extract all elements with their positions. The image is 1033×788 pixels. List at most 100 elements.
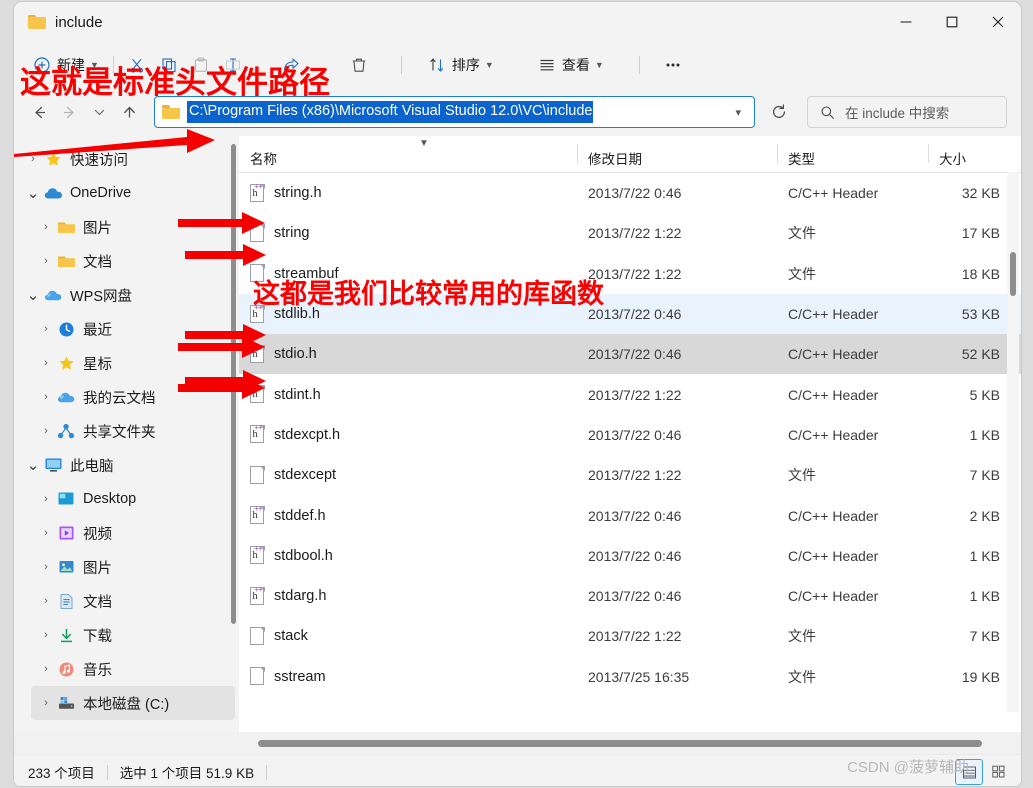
sidebar-item-10[interactable]: › Desktop — [31, 482, 235, 516]
paste-button[interactable] — [185, 49, 217, 81]
sort-button[interactable]: 排序 ▼ — [421, 49, 501, 81]
sidebar-item-12[interactable]: › 图片 — [31, 550, 235, 584]
refresh-button[interactable] — [763, 96, 795, 128]
sidebar-item-7[interactable]: › 我的云文档 — [31, 380, 235, 414]
sidebar-item-4[interactable]: ⌄ WPS网盘 — [18, 278, 235, 312]
sidebar-item-16[interactable]: › 本地磁盘 (C:) — [31, 686, 235, 720]
chevron-right-icon[interactable]: › — [37, 425, 55, 437]
recent-locations-button[interactable] — [84, 97, 114, 127]
table-row[interactable]: h + + stdint.h 2013/7/22 1:22 C/C++ Header 5 K… — [239, 374, 1021, 414]
column-header-type[interactable]: 类型 — [777, 144, 928, 168]
chevron-down-icon[interactable]: ⌄ — [24, 184, 42, 202]
file-name-cell[interactable]: streambuf — [239, 264, 577, 283]
chevron-right-icon[interactable]: › — [37, 357, 55, 369]
file-name-cell[interactable]: h + + stddef.h — [239, 506, 577, 525]
horizontal-scrollbar-thumb[interactable] — [258, 739, 982, 747]
view-button[interactable]: 查看 ▼ — [531, 49, 611, 81]
copy-button[interactable] — [153, 49, 185, 81]
chevron-right-icon[interactable]: › — [37, 663, 55, 675]
sidebar-item-13[interactable]: › 文档 — [31, 584, 235, 618]
address-bar[interactable]: C:\Program Files (x86)\Microsoft Visual … — [154, 96, 755, 128]
file-name-cell[interactable]: h + + stdint.h — [239, 385, 577, 404]
cut-button[interactable] — [121, 49, 153, 81]
navigation-scrollbar[interactable] — [231, 144, 236, 624]
sidebar-item-5[interactable]: › 最近 — [31, 312, 235, 346]
search-input-placeholder[interactable]: 在 include 中搜索 — [845, 102, 949, 122]
window-tab-title[interactable]: include — [55, 14, 103, 31]
sidebar-item-2[interactable]: › 图片 — [31, 210, 235, 244]
up-button[interactable] — [114, 97, 144, 127]
column-header-name[interactable]: 名称 — [239, 148, 577, 168]
chevron-right-icon[interactable]: › — [37, 629, 55, 641]
file-name-cell[interactable]: h + + stdlib.h — [239, 304, 577, 324]
delete-button[interactable] — [343, 49, 375, 81]
chevron-right-icon[interactable]: › — [37, 255, 55, 267]
new-button[interactable]: 新建 ▼ — [26, 49, 106, 81]
sidebar-item-3[interactable]: › 文档 — [31, 244, 235, 278]
chevron-right-icon[interactable]: › — [37, 221, 55, 233]
chevron-right-icon[interactable]: › — [37, 561, 55, 573]
chevron-right-icon[interactable]: › — [37, 391, 55, 403]
table-row[interactable]: h + + string.h 2013/7/22 0:46 C/C++ Header 32 … — [239, 173, 1021, 213]
chevron-down-icon-view: ▼ — [594, 60, 604, 70]
address-input[interactable]: C:\Program Files (x86)\Microsoft Visual … — [187, 101, 594, 123]
large-icons-view-button[interactable] — [985, 759, 1011, 783]
column-header-size[interactable]: 大小 — [928, 144, 1008, 168]
table-row[interactable]: string 2013/7/22 1:22 文件 17 KB — [239, 213, 1021, 253]
minimize-button[interactable] — [883, 2, 929, 42]
sidebar-item-8[interactable]: › 共享文件夹 — [31, 414, 235, 448]
table-row[interactable]: stack 2013/7/22 1:22 文件 7 KB — [239, 616, 1021, 656]
details-view-button[interactable] — [955, 759, 983, 785]
table-row[interactable]: h + + stddef.h 2013/7/22 0:46 C/C++ Header 2 K… — [239, 495, 1021, 535]
table-row[interactable]: h + + stdio.h 2013/7/22 0:46 C/C++ Header 52 K… — [239, 334, 1021, 375]
horizontal-scrollbar[interactable] — [14, 732, 1021, 754]
rename-icon — [225, 58, 240, 72]
table-row[interactable]: stdexcept 2013/7/22 1:22 文件 7 KB — [239, 455, 1021, 495]
file-list-scrollbar-thumb[interactable] — [1010, 252, 1016, 296]
rename-button[interactable] — [217, 49, 249, 81]
table-row[interactable]: sstream 2013/7/25 16:35 文件 19 KB — [239, 657, 1021, 697]
file-name-cell[interactable]: stdexcept — [239, 465, 577, 485]
sidebar-item-0[interactable]: › 快速访问 — [18, 142, 235, 176]
address-dropdown-icon[interactable]: ▾ — [728, 106, 748, 119]
table-row[interactable]: h + + stdbool.h 2013/7/22 0:46 C/C++ Header 1 … — [239, 536, 1021, 576]
file-name-cell[interactable]: h + + stdio.h — [239, 344, 577, 364]
wps-cloud-icon — [55, 388, 77, 406]
chevron-right-icon[interactable]: › — [37, 697, 55, 709]
sidebar-item-6[interactable]: › 星标 — [31, 346, 235, 380]
file-name-cell[interactable]: h + + stdarg.h — [239, 586, 577, 606]
file-name-cell[interactable]: h + + string.h — [239, 183, 577, 203]
chevron-down-icon[interactable]: ⌄ — [24, 286, 42, 304]
file-name-cell[interactable]: string — [239, 223, 577, 243]
table-row[interactable]: h + + stdexcpt.h 2013/7/22 0:46 C/C++ Header 1… — [239, 415, 1021, 455]
sidebar-item-9[interactable]: ⌄ 此电脑 — [18, 448, 235, 482]
back-button[interactable] — [24, 97, 54, 127]
sidebar-item-1[interactable]: ⌄ OneDrive — [18, 176, 235, 210]
close-button[interactable] — [975, 2, 1021, 42]
chevron-right-icon[interactable]: › — [37, 595, 55, 607]
file-name-cell[interactable]: h + + stdexcpt.h — [239, 425, 577, 444]
chevron-right-icon[interactable]: › — [37, 527, 55, 539]
chevron-right-icon[interactable]: › — [37, 323, 55, 335]
file-name-cell[interactable]: h + + stdbool.h — [239, 546, 577, 565]
file-name-label: stdint.h — [274, 386, 321, 403]
sidebar-item-15[interactable]: › 音乐 — [31, 652, 235, 686]
file-name-cell[interactable]: stack — [239, 626, 577, 646]
file-list-scrollbar[interactable] — [1007, 172, 1019, 712]
sidebar-item-14[interactable]: › 下载 — [31, 618, 235, 652]
table-row[interactable]: streambuf 2013/7/22 1:22 文件 18 KB — [239, 254, 1021, 294]
table-row[interactable]: h + + stdarg.h 2013/7/22 0:46 C/C++ Header 1 K… — [239, 576, 1021, 616]
chevron-right-icon[interactable]: › — [37, 493, 55, 505]
sidebar-item-label: 图片 — [83, 220, 112, 237]
maximize-button[interactable] — [929, 2, 975, 42]
more-options-button[interactable] — [657, 49, 689, 81]
chevron-down-icon[interactable]: ⌄ — [24, 456, 42, 474]
file-name-cell[interactable]: sstream — [239, 667, 577, 686]
share-button[interactable] — [275, 49, 307, 81]
search-box[interactable]: 在 include 中搜索 — [807, 96, 1007, 128]
column-header-date[interactable]: 修改日期 — [577, 144, 777, 168]
chevron-right-icon[interactable]: › — [24, 153, 42, 165]
table-row[interactable]: h + + stdlib.h 2013/7/22 0:46 C/C++ Header 53 … — [239, 293, 1021, 335]
forward-button[interactable] — [54, 97, 84, 127]
sidebar-item-11[interactable]: › 视频 — [31, 516, 235, 550]
